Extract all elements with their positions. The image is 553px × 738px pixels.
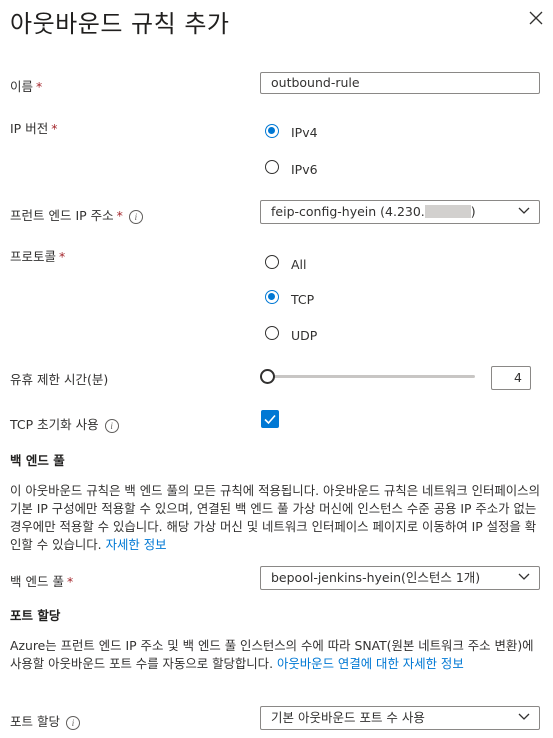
radio-all[interactable]	[265, 255, 279, 269]
frontend-ip-select[interactable]: feip-config-hyein (4.230.)	[260, 200, 540, 224]
info-icon[interactable]: i	[104, 418, 119, 433]
chevron-down-icon	[518, 207, 530, 214]
backend-pool-label: 백 엔드 풀 *	[10, 574, 74, 589]
radio-ipv4[interactable]	[265, 124, 279, 138]
idle-timeout-label: 유휴 제한 시간(분)	[10, 372, 109, 387]
radio-all-label[interactable]: All	[291, 257, 307, 272]
radio-udp-label[interactable]: UDP	[291, 328, 317, 343]
port-allocation-heading: 포트 할당	[10, 608, 61, 623]
frontend-ip-label: 프런트 엔드 IP 주소 * i	[10, 205, 143, 224]
radio-ipv4-label[interactable]: IPv4	[291, 125, 318, 140]
port-allocation-select[interactable]: 기본 아웃바운드 포트 수 사용	[260, 706, 540, 730]
radio-ipv6[interactable]	[265, 160, 279, 174]
radio-tcp[interactable]	[265, 290, 279, 304]
radio-udp[interactable]	[265, 326, 279, 340]
ip-version-label: IP 버전 *	[10, 121, 58, 136]
redacted-ip	[424, 205, 471, 218]
backend-pool-heading: 백 엔드 풀	[10, 453, 65, 468]
port-allocation-label: 포트 할당 i	[10, 711, 80, 730]
chevron-down-icon	[518, 713, 530, 720]
close-icon[interactable]	[528, 10, 544, 26]
learn-more-link[interactable]: 자세한 정보	[106, 537, 167, 552]
chevron-down-icon	[518, 573, 530, 580]
info-icon[interactable]: i	[65, 715, 80, 730]
info-icon[interactable]: i	[128, 209, 143, 224]
tcp-reset-checkbox[interactable]	[261, 410, 279, 428]
page-title: 아웃바운드 규칙 추가	[10, 10, 230, 38]
name-input[interactable]: outbound-rule	[260, 72, 540, 94]
idle-timeout-slider-track[interactable]	[268, 375, 475, 378]
radio-ipv6-label[interactable]: IPv6	[291, 162, 318, 177]
radio-tcp-label[interactable]: TCP	[291, 292, 314, 307]
idle-timeout-slider-thumb[interactable]	[260, 369, 275, 384]
port-allocation-description: Azure는 프런트 엔드 IP 주소 및 백 엔드 풀 인스턴스의 수에 따라…	[10, 638, 534, 671]
protocol-label: 프로토콜 *	[10, 249, 66, 264]
tcp-reset-label: TCP 초기화 사용 i	[10, 414, 119, 433]
idle-timeout-input[interactable]: 4	[491, 366, 531, 390]
backend-pool-select[interactable]: bepool-jenkins-hyein(인스턴스 1개)	[260, 566, 540, 590]
backend-pool-description: 이 아웃바운드 규칙은 백 엔드 풀의 모든 규칙에 적용됩니다. 아웃바운드 …	[10, 483, 540, 552]
name-label: 이름 *	[10, 79, 43, 94]
outbound-connections-link[interactable]: 아웃바운드 연결에 대한 자세한 정보	[277, 656, 464, 671]
checkmark-icon	[264, 414, 276, 425]
